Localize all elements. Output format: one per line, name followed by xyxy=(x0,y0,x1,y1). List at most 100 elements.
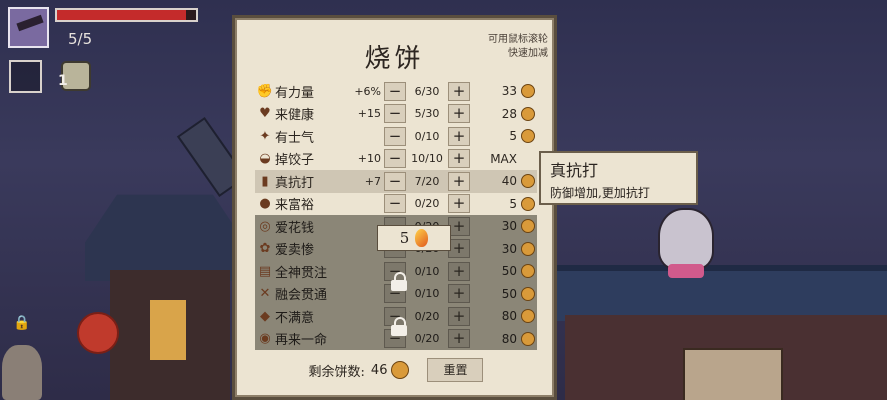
upgrade-price: 50 xyxy=(501,286,517,301)
upgrade-row: ◒ 掉饺子 +10−10/10 + MAX xyxy=(255,148,537,171)
pagoda-roof xyxy=(85,194,245,281)
fire-gem-icon xyxy=(415,229,429,247)
coin-icon xyxy=(521,129,535,144)
coin-icon xyxy=(521,106,535,121)
upgrade-name: 融会贯通 xyxy=(275,288,328,304)
upgrade-name: 来富裕 xyxy=(275,198,315,214)
upgrade-row: ▮ 真抗打 +7−7/20 +40 xyxy=(255,170,537,193)
scroll-hint: 可用鼠标滚轮 快速加减 xyxy=(488,33,548,61)
link-icon: ✕ xyxy=(259,286,271,302)
plus-button[interactable]: + xyxy=(448,329,470,349)
reset-button[interactable]: 重置 xyxy=(427,358,484,382)
red-lantern xyxy=(77,312,119,354)
plus-button[interactable]: + xyxy=(448,194,470,214)
lock-icon: 🔒 xyxy=(13,315,31,331)
plus-button[interactable]: + xyxy=(448,216,470,236)
upgrade-price: 50 xyxy=(501,264,517,279)
plus-button[interactable]: + xyxy=(448,81,470,101)
flower-icon: ✿ xyxy=(259,241,271,257)
upgrade-row: ✊ 有力量 +6% −6/30 +33 xyxy=(255,80,537,103)
plus-button[interactable]: + xyxy=(448,149,470,169)
health-bar xyxy=(55,8,198,22)
door-panel xyxy=(683,348,783,400)
upgrade-bonus: +6% xyxy=(354,84,381,98)
fist-icon: ✊ xyxy=(256,83,274,99)
minus-button[interactable]: − xyxy=(384,149,406,169)
upgrade-level: 7/20 xyxy=(414,174,440,188)
plus-button[interactable]: + xyxy=(448,126,470,146)
upgrade-name: 再来一命 xyxy=(275,333,328,349)
coin-icon xyxy=(521,174,535,189)
plus-button[interactable]: + xyxy=(448,306,470,326)
upgrade-level: 6/30 xyxy=(414,84,440,98)
coin-icon xyxy=(521,219,535,234)
plus-button[interactable]: + xyxy=(448,171,470,191)
upgrade-level: 10/10 xyxy=(411,152,443,166)
coin-icon xyxy=(521,196,535,211)
upgrade-price: 5 xyxy=(509,196,517,211)
upgrade-price: 30 xyxy=(501,219,517,234)
upgrade-price: 40 xyxy=(501,174,517,189)
jar-count: 1 xyxy=(58,73,68,89)
rooftop xyxy=(555,265,887,321)
upgrade-level: 0/20 xyxy=(414,309,440,323)
coin-icon xyxy=(521,309,535,324)
remaining-count: 46 xyxy=(370,362,388,378)
minus-button[interactable]: − xyxy=(384,81,406,101)
minus-button[interactable]: − xyxy=(384,171,406,191)
upgrade-level: 0/20 xyxy=(414,332,440,346)
upgrade-name: 真抗打 xyxy=(275,175,315,191)
plus-button[interactable]: + xyxy=(448,284,470,304)
unlock-cost: 5 xyxy=(399,229,410,247)
hp-counter: 5/5 xyxy=(68,30,93,48)
upgrade-name: 来健康 xyxy=(275,108,315,124)
unlock-cost-button[interactable]: 5 xyxy=(377,225,451,251)
plus-button[interactable]: + xyxy=(448,239,470,259)
plus-button[interactable]: + xyxy=(448,104,470,124)
coin-stack-icon: ◎ xyxy=(259,218,271,234)
minus-button[interactable]: − xyxy=(384,104,406,124)
health-bar-fill xyxy=(57,10,187,20)
lock-icon xyxy=(391,317,407,336)
heart-icon: ♥ xyxy=(259,106,271,122)
upgrade-level: 0/20 xyxy=(414,197,440,211)
hint-line-1: 可用鼠标滚轮 xyxy=(488,34,548,45)
tooltip-title: 真抗打 xyxy=(550,161,599,180)
npc-cat xyxy=(2,345,42,400)
lock-icon xyxy=(391,272,407,291)
gem-icon: ◆ xyxy=(260,308,270,324)
tooltip: 真抗打 防御增加,更加抗打 xyxy=(539,151,698,205)
upgrade-panel: 烧饼 可用鼠标滚轮 快速加减 ✊ 有力量 +6% −6/30 +33 ♥ 来健康 +15−5/… xyxy=(232,15,557,400)
upgrade-price: 80 xyxy=(501,331,517,346)
plus-button[interactable]: + xyxy=(448,261,470,281)
upgrade-name: 掉饺子 xyxy=(275,153,315,169)
upgrade-price: 5 xyxy=(509,129,517,144)
upgrade-row: ✦ 有士气 −0/10 +5 xyxy=(255,125,537,148)
coin-icon xyxy=(521,241,535,256)
player-character xyxy=(658,208,714,278)
coin-icon xyxy=(521,264,535,279)
panel-footer: 剩余饼数: 46 重置 xyxy=(255,358,537,382)
upgrade-bonus: +15 xyxy=(357,107,381,121)
minus-button[interactable]: − xyxy=(384,126,406,146)
book-icon: ▤ xyxy=(258,263,272,279)
upgrade-name: 有力量 xyxy=(275,85,315,101)
player-portrait xyxy=(8,7,49,48)
dumpling-icon: ◒ xyxy=(259,151,271,167)
upgrade-name: 爱卖惨 xyxy=(275,243,315,259)
lit-window xyxy=(150,300,186,360)
upgrade-price: 28 xyxy=(501,106,517,121)
upgrade-price: 80 xyxy=(501,309,517,324)
upgrade-bonus: +10 xyxy=(357,152,381,166)
minus-button[interactable]: − xyxy=(384,194,406,214)
coin-icon xyxy=(521,286,535,301)
cup-icon: ▮ xyxy=(261,173,269,189)
upgrade-row: ♥ 来健康 +15−5/30 +28 xyxy=(255,103,537,126)
coin-icon xyxy=(521,331,535,346)
upgrade-level: 0/10 xyxy=(414,129,440,143)
cheer-icon: ✦ xyxy=(259,128,271,144)
coin-icon xyxy=(521,84,535,99)
item-slot[interactable] xyxy=(9,60,42,93)
upgrade-price: 33 xyxy=(501,84,517,99)
coin-icon xyxy=(391,361,410,379)
